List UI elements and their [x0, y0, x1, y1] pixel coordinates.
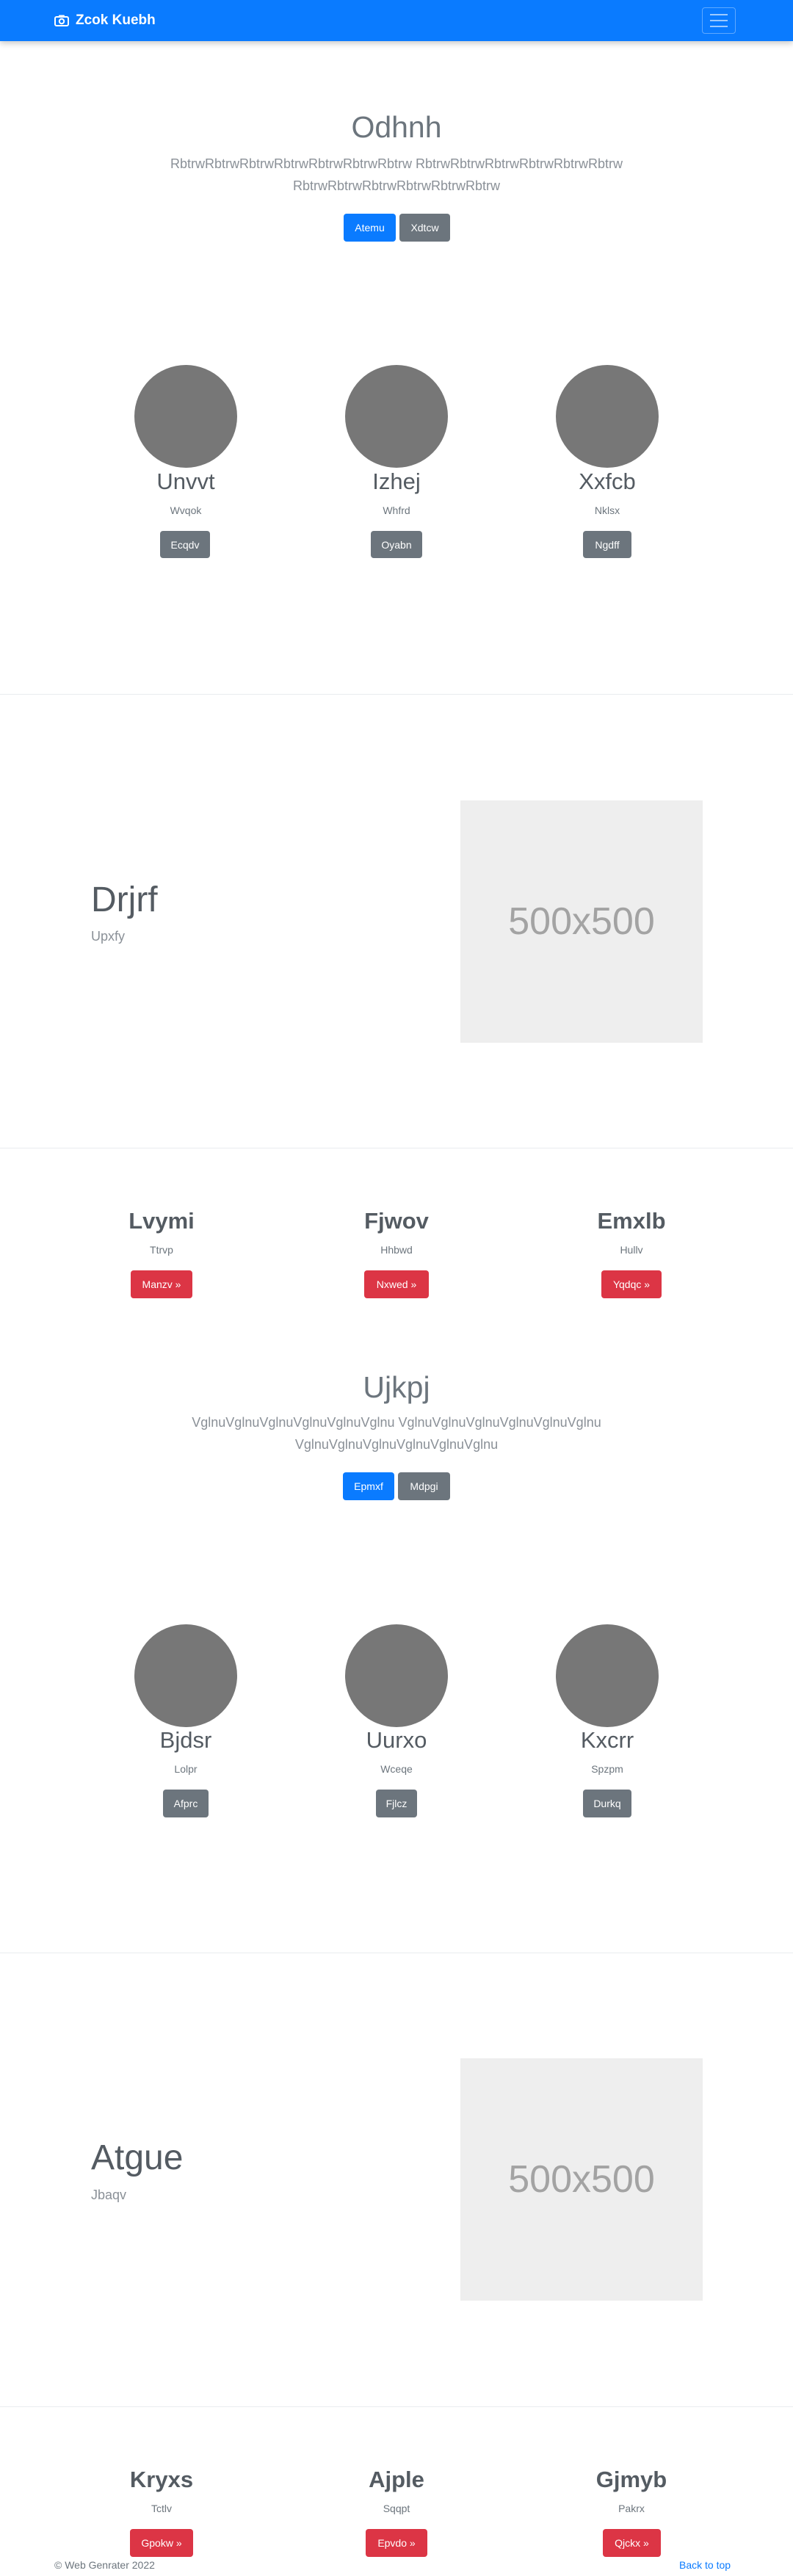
hero-primary-button[interactable]: Atemu: [344, 214, 396, 242]
hero-title: Odhnh: [351, 110, 442, 144]
profile-subtitle: Nklsx: [594, 504, 620, 516]
profile-image: [556, 365, 659, 468]
card-title: Lvymi: [128, 1208, 195, 1234]
hero-primary-button[interactable]: Epmxf: [343, 1472, 394, 1500]
profile-subtitle: Lolpr: [174, 1763, 198, 1775]
profile-button[interactable]: Afprc: [163, 1790, 209, 1817]
hero-title: Ujkpj: [363, 1370, 430, 1404]
card-subtitle: Tctlv: [151, 2503, 172, 2514]
brand-link[interactable]: Zcok Kuebh: [54, 0, 156, 41]
card-button[interactable]: Qjckx »: [603, 2529, 661, 2557]
feature-title: Atgue: [91, 2138, 184, 2177]
card-title: Gjmyb: [595, 2467, 667, 2492]
hero-text-line1: VglnuVglnuVglnuVglnuVglnuVglnu VglnuVgln…: [192, 1415, 601, 1430]
profile-image: [134, 365, 237, 468]
card-button[interactable]: Epvdo »: [366, 2529, 427, 2557]
feature-subtitle: Jbaqv: [91, 2188, 127, 2202]
feature-subtitle: Upxfy: [91, 929, 126, 944]
profile-name: Uurxo: [366, 1727, 427, 1753]
brand-name: Zcok Kuebh: [76, 12, 156, 28]
section-divider: [0, 2406, 793, 2407]
profile-image: [345, 365, 448, 468]
profile-button[interactable]: Fjlcz: [376, 1790, 417, 1817]
profile-image: [345, 1624, 448, 1727]
card-subtitle: Pakrx: [618, 2503, 645, 2514]
card-button[interactable]: Gpokw »: [130, 2529, 193, 2557]
profile-button[interactable]: Ngdff: [583, 531, 631, 558]
profile-subtitle: Wvqok: [170, 504, 202, 516]
card-title: Fjwov: [364, 1208, 429, 1234]
profile-subtitle: Whfrd: [383, 504, 410, 516]
profile-image: [134, 1624, 237, 1727]
feature-title: Drjrf: [91, 880, 158, 919]
profile-name: Izhej: [372, 468, 421, 494]
profile-subtitle: Spzpm: [591, 1763, 623, 1775]
camera-icon: [54, 15, 69, 26]
back-to-top-link[interactable]: Back to top: [679, 2559, 731, 2571]
card-title: Kryxs: [129, 2467, 194, 2492]
card-subtitle: Hhbwd: [380, 1244, 413, 1256]
navbar: Zcok Kuebh: [0, 0, 793, 41]
card-title: Ajple: [369, 2467, 424, 2492]
profile-button[interactable]: Ecqdv: [160, 531, 210, 558]
navbar-toggler-button[interactable]: [702, 7, 736, 34]
hero-text-line1: RbtrwRbtrwRbtrwRbtrwRbtrwRbtrwRbtrw Rbtr…: [170, 156, 623, 171]
hero-secondary-button[interactable]: Xdtcw: [399, 214, 450, 242]
card-subtitle: Sqqpt: [383, 2503, 410, 2514]
profile-button[interactable]: Oyabn: [371, 531, 422, 558]
footer-copyright: © Web Genrater 2022: [54, 2559, 155, 2571]
card-subtitle: Ttrvp: [150, 1244, 173, 1256]
card-button[interactable]: Yqdqc »: [601, 1270, 662, 1298]
card-title: Emxlb: [597, 1208, 666, 1234]
feature-image-placeholder: 500x500: [460, 800, 703, 1043]
hamburger-icon: [710, 14, 728, 15]
hero-text-line2: VglnuVglnuVglnuVglnuVglnuVglnu: [294, 1437, 499, 1452]
profile-image: [556, 1624, 659, 1727]
profile-name: Kxcrr: [580, 1727, 634, 1753]
profile-name: Unvvt: [156, 468, 215, 494]
profile-name: Xxfcb: [579, 468, 636, 494]
profile-subtitle: Wceqe: [380, 1763, 413, 1775]
hero-text-line2: RbtrwRbtrwRbtrwRbtrwRbtrwRbtrw: [292, 178, 501, 193]
hero-secondary-button[interactable]: Mdpgi: [398, 1472, 450, 1500]
card-button[interactable]: Manzv »: [131, 1270, 192, 1298]
card-button[interactable]: Nxwed »: [364, 1270, 429, 1298]
profile-button[interactable]: Durkq: [583, 1790, 631, 1817]
card-subtitle: Hullv: [620, 1244, 643, 1256]
profile-name: Bjdsr: [159, 1727, 212, 1753]
feature-image-placeholder: 500x500: [460, 2058, 703, 2301]
section-divider: [0, 694, 793, 695]
